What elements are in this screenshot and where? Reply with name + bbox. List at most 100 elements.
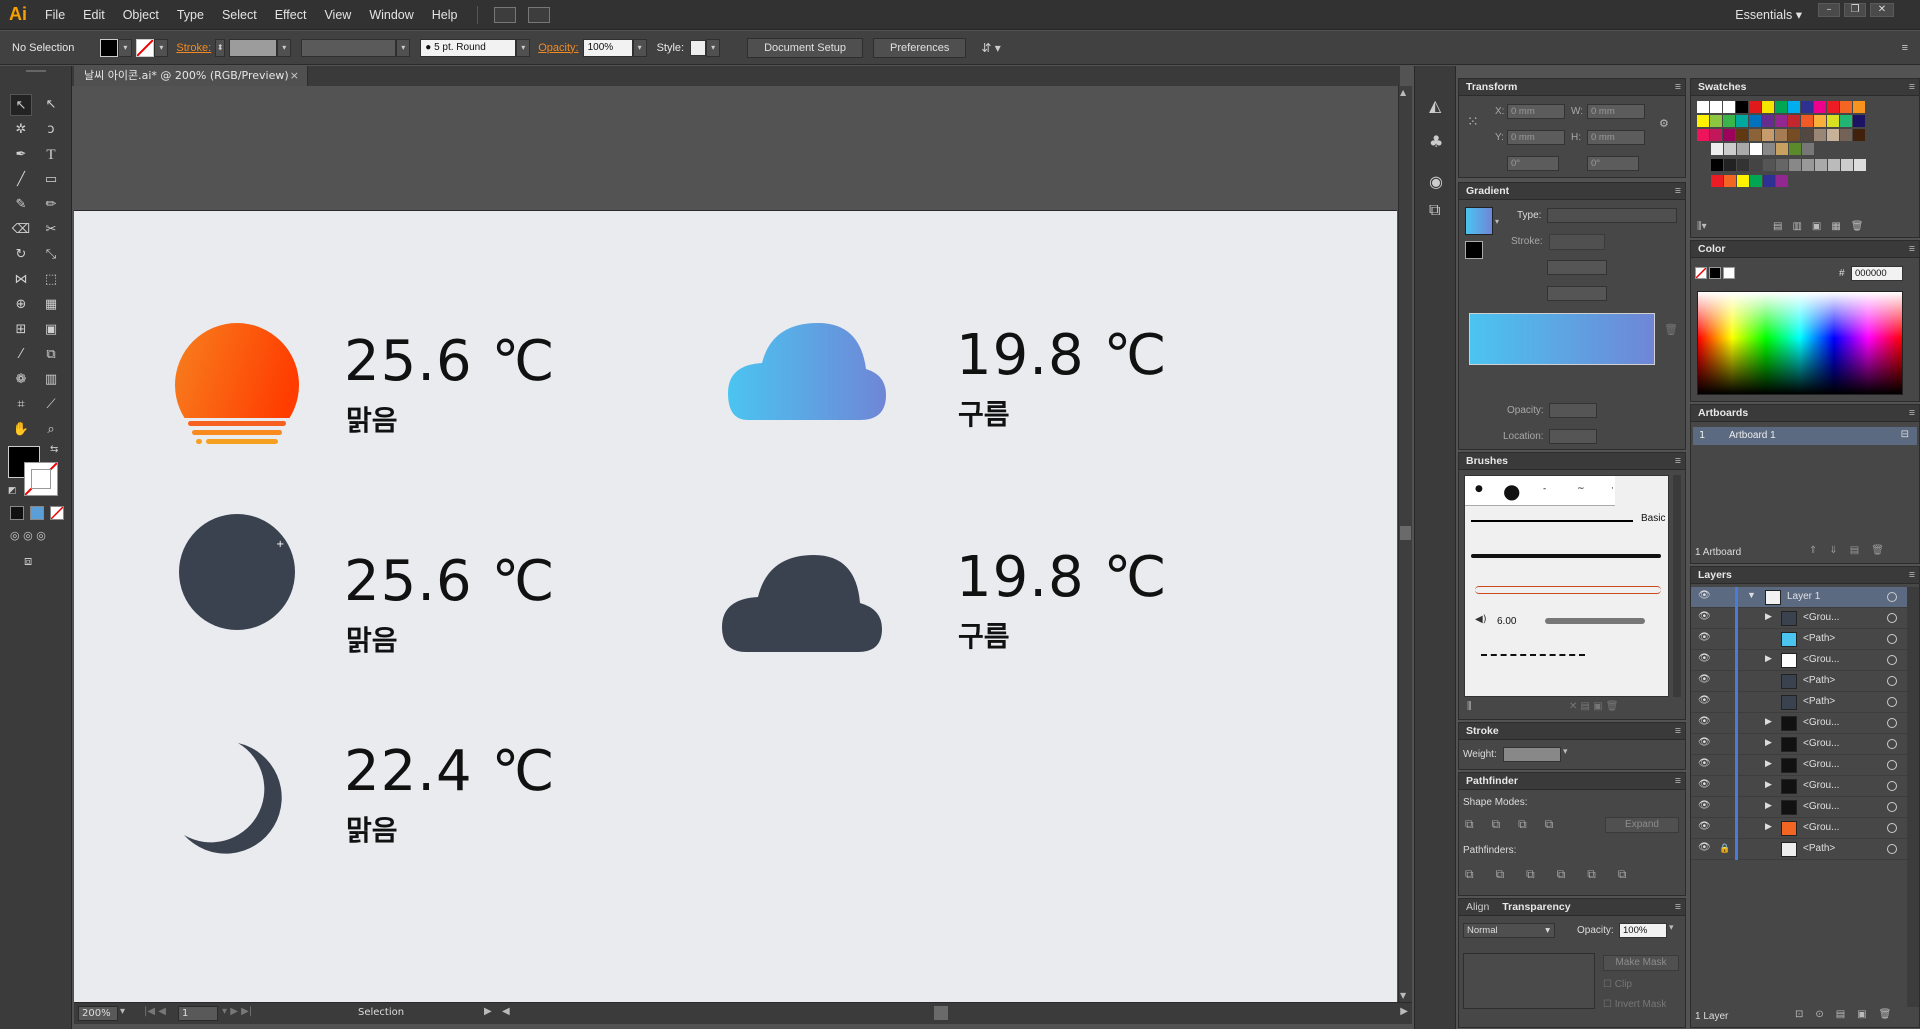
- color-swatch[interactable]: [1710, 115, 1722, 127]
- sublayer-row[interactable]: 👁 ▶ <Grou...: [1691, 776, 1907, 797]
- layers-scrollbar[interactable]: [1907, 587, 1919, 1007]
- hex-field[interactable]: 000000: [1851, 266, 1903, 281]
- color-swatch[interactable]: [1853, 115, 1865, 127]
- color-swatch[interactable]: [1749, 101, 1761, 113]
- rotate-tool-icon[interactable]: ↻: [10, 244, 32, 266]
- artboard-row[interactable]: 1 Artboard 1 ⊟: [1693, 427, 1917, 445]
- navigator-icon[interactable]: ◭: [1429, 96, 1441, 115]
- color-swatch[interactable]: [1828, 159, 1840, 171]
- close-tab-icon[interactable]: ×: [290, 66, 299, 86]
- color-swatch[interactable]: [1736, 129, 1748, 141]
- art-brush-stroke[interactable]: [1475, 586, 1661, 594]
- scroll-left-icon[interactable]: ◀: [502, 1006, 510, 1017]
- transparency-opacity-field[interactable]: 100%: [1619, 923, 1667, 938]
- visibility-eye-icon[interactable]: 👁: [1698, 821, 1711, 832]
- brush-libraries-icon[interactable]: ⫼: [1467, 701, 1472, 712]
- target-circle-icon[interactable]: [1887, 634, 1897, 644]
- blend-tool-icon[interactable]: ⧉: [40, 344, 62, 366]
- color-swatch[interactable]: [1801, 101, 1813, 113]
- blob-brush-tool-icon[interactable]: ⌫: [10, 219, 32, 241]
- scroll-right-icon[interactable]: ▶: [1400, 1006, 1408, 1017]
- perspective-grid-tool-icon[interactable]: ▦: [40, 294, 62, 316]
- color-swatch[interactable]: [1750, 143, 1762, 155]
- gradient-opacity-field[interactable]: [1549, 403, 1597, 418]
- sublayer-row[interactable]: 👁 ▶ <Grou...: [1691, 608, 1907, 629]
- pathfinder-panel-header[interactable]: Pathfinder ≡: [1459, 773, 1685, 790]
- basic-brush-stroke[interactable]: [1471, 520, 1633, 522]
- next-artboard-icon[interactable]: ▾ ▶ ▶|: [222, 1006, 252, 1017]
- color-swatch[interactable]: [1788, 115, 1800, 127]
- magic-wand-tool-icon[interactable]: ✲: [10, 119, 32, 141]
- document-tab[interactable]: 날씨 아이콘.ai* @ 200% (RGB/Preview) ×: [74, 66, 308, 86]
- style-swatch[interactable]: [690, 39, 707, 56]
- color-white-swatch[interactable]: [1723, 267, 1735, 279]
- expand-arrow-icon[interactable]: ▶: [1765, 653, 1772, 664]
- visibility-eye-icon[interactable]: 👁: [1698, 758, 1711, 769]
- shear-field[interactable]: 0°: [1587, 156, 1639, 171]
- color-swatch[interactable]: [1802, 159, 1814, 171]
- gradient-location-field[interactable]: [1549, 429, 1597, 444]
- visibility-eye-icon[interactable]: 👁: [1698, 716, 1711, 727]
- color-swatch[interactable]: [1788, 129, 1800, 141]
- gradient-mode-icon[interactable]: [30, 506, 44, 520]
- gradient-panel-header[interactable]: Gradient ≡: [1459, 183, 1685, 200]
- arrange-icon[interactable]: ⇵ ▾: [981, 41, 1000, 55]
- color-swatch[interactable]: [1801, 129, 1813, 141]
- stroke-none-swatch[interactable]: [136, 38, 155, 57]
- color-mode-icon[interactable]: [10, 506, 24, 520]
- artboards-panel-header[interactable]: Artboards ≡: [1691, 405, 1919, 422]
- gradient-preview-swatch[interactable]: [1465, 207, 1493, 235]
- sublayer-row[interactable]: 👁 ▶ <Grou...: [1691, 734, 1907, 755]
- shape-builder-tool-icon[interactable]: ⊕: [10, 294, 32, 316]
- color-swatch[interactable]: [1724, 159, 1736, 171]
- color-swatch[interactable]: [1750, 175, 1762, 187]
- first-artboard-icon[interactable]: |◀ ◀: [144, 1006, 166, 1017]
- variable-width-dropdown[interactable]: ▾: [396, 38, 411, 57]
- width-tool-icon[interactable]: ⋈: [10, 269, 32, 291]
- paintbrush-tool-icon[interactable]: ✎: [10, 194, 32, 216]
- make-mask-button[interactable]: Make Mask: [1603, 955, 1679, 971]
- target-circle-icon[interactable]: [1887, 655, 1897, 665]
- maximize-button[interactable]: ❐: [1844, 3, 1866, 17]
- color-swatch[interactable]: [1723, 101, 1735, 113]
- color-swatch[interactable]: [1802, 143, 1814, 155]
- artboard-tool-icon[interactable]: ⌗: [10, 394, 32, 416]
- gradient-slider-preview[interactable]: [1469, 313, 1655, 365]
- free-transform-tool-icon[interactable]: ⬚: [40, 269, 62, 291]
- color-swatch[interactable]: [1840, 115, 1852, 127]
- menu-view[interactable]: View: [315, 0, 360, 30]
- shape-mode-buttons[interactable]: ⧉⧉⧉⧉: [1465, 817, 1571, 832]
- expand-arrow-icon[interactable]: ▶: [1765, 611, 1772, 622]
- opacity-field[interactable]: 100%: [582, 38, 633, 57]
- target-circle-icon[interactable]: [1887, 676, 1897, 686]
- scroll-up-icon[interactable]: ▲: [1400, 88, 1406, 97]
- arrange-documents-icon[interactable]: [527, 6, 550, 23]
- menu-object[interactable]: Object: [114, 0, 168, 30]
- sublayer-row[interactable]: 👁 ▶ <Grou...: [1691, 755, 1907, 776]
- color-swatch[interactable]: [1776, 159, 1788, 171]
- color-spectrum[interactable]: [1697, 291, 1903, 395]
- target-circle-icon[interactable]: [1887, 802, 1897, 812]
- fill-swatch[interactable]: [100, 38, 119, 57]
- rotate-field[interactable]: 0°: [1507, 156, 1559, 171]
- swatch-options-icons[interactable]: ▤▥▣▦🗑: [1773, 221, 1874, 232]
- gradient-presets-icon[interactable]: ▾: [1495, 217, 1499, 226]
- y-field[interactable]: 0 mm: [1507, 130, 1565, 145]
- color-swatch[interactable]: [1711, 143, 1723, 155]
- color-swatch[interactable]: [1762, 115, 1774, 127]
- gradient-tool-icon[interactable]: ▣: [40, 319, 62, 341]
- visibility-eye-icon[interactable]: 👁: [1698, 800, 1711, 811]
- color-swatch[interactable]: [1854, 159, 1866, 171]
- minimize-button[interactable]: –: [1818, 3, 1840, 17]
- gradient-aspect-field[interactable]: [1547, 286, 1607, 301]
- stroke-label[interactable]: Stroke:: [176, 42, 211, 54]
- document-setup-button[interactable]: Document Setup: [747, 37, 864, 58]
- control-panel-menu-icon[interactable]: ≡: [1902, 42, 1908, 54]
- color-swatch[interactable]: [1853, 101, 1865, 113]
- color-swatch[interactable]: [1788, 101, 1800, 113]
- gradient-angle-field[interactable]: [1547, 260, 1607, 275]
- opacity-label[interactable]: Opacity:: [538, 42, 578, 54]
- color-swatch[interactable]: [1841, 159, 1853, 171]
- vertical-scrollbar[interactable]: ▼ ▲: [1398, 86, 1412, 1002]
- color-swatch[interactable]: [1749, 129, 1761, 141]
